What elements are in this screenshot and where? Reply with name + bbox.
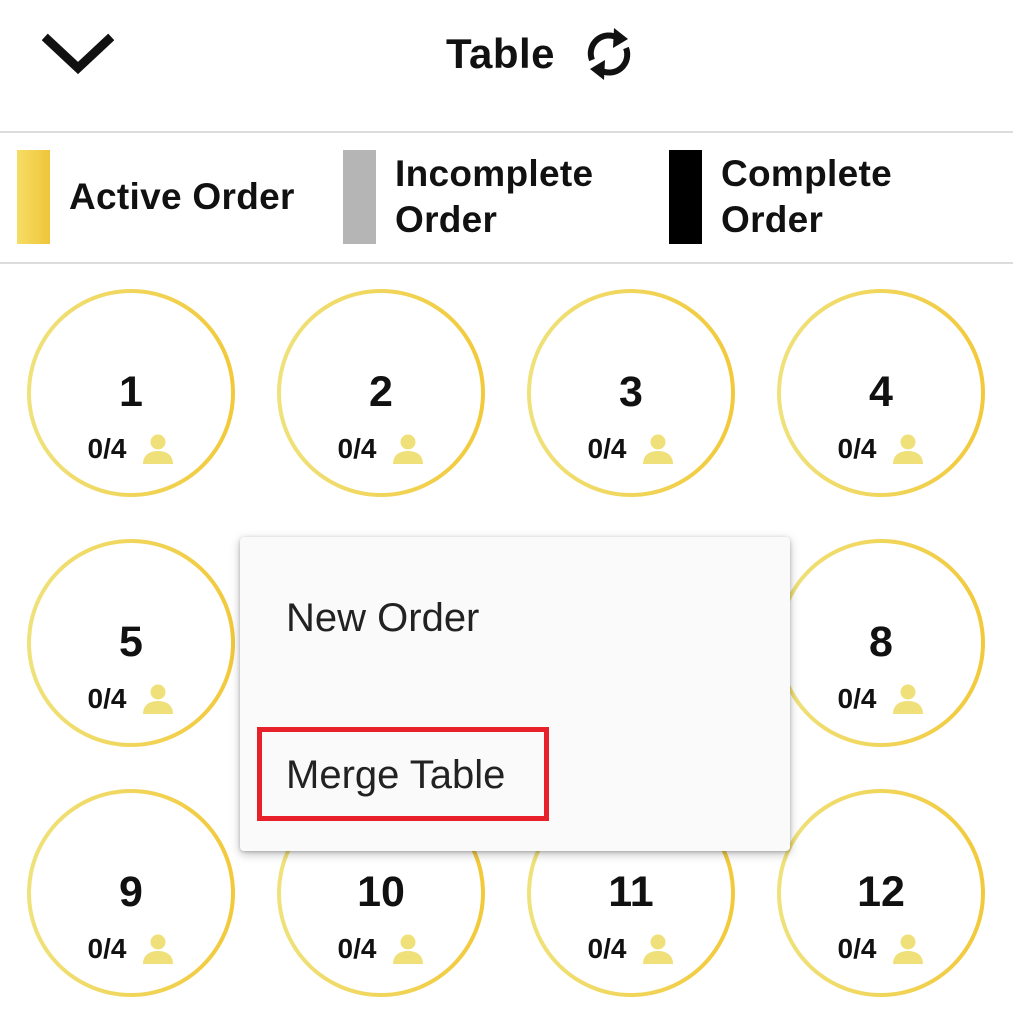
table-12[interactable]: 12 0/4 [777, 789, 985, 997]
person-icon [893, 434, 924, 464]
person-icon [393, 934, 424, 964]
legend-complete-order: Complete Order [669, 150, 892, 244]
refresh-icon [587, 28, 631, 80]
table-4[interactable]: 4 0/4 [777, 289, 985, 497]
table-number: 5 [119, 618, 143, 666]
table-context-menu: New Order Merge Table [240, 537, 790, 851]
person-icon [643, 934, 674, 964]
table-seats: 0/4 [281, 933, 481, 965]
table-number: 10 [357, 868, 405, 916]
legend-label: Complete Order [721, 153, 892, 240]
seat-count: 0/4 [837, 683, 877, 714]
legend-incomplete-order: Incomplete Order [343, 150, 593, 244]
seat-count: 0/4 [587, 933, 627, 964]
legend-label: Active Order [69, 176, 295, 217]
person-icon [143, 434, 174, 464]
table-3[interactable]: 3 0/4 [527, 289, 735, 497]
table-9[interactable]: 9 0/4 [27, 789, 235, 997]
table-number: 12 [857, 868, 905, 916]
table-number: 8 [869, 618, 893, 666]
legend-swatch-incomplete [343, 150, 376, 244]
table-seats: 0/4 [531, 933, 731, 965]
person-icon [143, 934, 174, 964]
table-number: 1 [119, 368, 143, 416]
table-number: 11 [608, 868, 654, 916]
legend-swatch-complete [669, 150, 702, 244]
person-icon [643, 434, 674, 464]
table-seats: 0/4 [781, 433, 981, 465]
header-divider [0, 131, 1013, 133]
legend-active-order: Active Order [17, 150, 295, 244]
legend-divider [0, 262, 1013, 264]
seat-count: 0/4 [337, 433, 377, 464]
table-number: 9 [119, 868, 143, 916]
table-2[interactable]: 2 0/4 [277, 289, 485, 497]
legend-label: Incomplete Order [395, 153, 594, 240]
seat-count: 0/4 [587, 433, 627, 464]
table-5[interactable]: 5 0/4 [27, 539, 235, 747]
table-number: 2 [369, 368, 393, 416]
seat-count: 0/4 [837, 933, 877, 964]
table-8[interactable]: 8 0/4 [777, 539, 985, 747]
page-title: Table [445, 30, 556, 77]
table-seats: 0/4 [281, 433, 481, 465]
app-header: Table [0, 0, 1013, 131]
seat-count: 0/4 [837, 433, 877, 464]
seat-count: 0/4 [87, 933, 127, 964]
person-icon [893, 684, 924, 714]
menu-item-merge-table[interactable]: Merge Table [286, 751, 505, 799]
seat-count: 0/4 [87, 433, 127, 464]
table-seats: 0/4 [531, 433, 731, 465]
menu-item-new-order[interactable]: New Order [286, 594, 479, 642]
seat-count: 0/4 [337, 933, 377, 964]
table-seats: 0/4 [781, 933, 981, 965]
table-number: 3 [619, 368, 643, 416]
table-seats: 0/4 [781, 683, 981, 715]
refresh-button[interactable] [581, 26, 637, 82]
seat-count: 0/4 [87, 683, 127, 714]
title-bar: Table [0, 26, 1013, 82]
table-number: 4 [869, 368, 893, 416]
person-icon [393, 434, 424, 464]
person-icon [143, 684, 174, 714]
legend-swatch-active [17, 150, 50, 244]
table-seats: 0/4 [31, 683, 231, 715]
table-seats: 0/4 [31, 433, 231, 465]
table-seats: 0/4 [31, 933, 231, 965]
table-1[interactable]: 1 0/4 [27, 289, 235, 497]
person-icon [893, 934, 924, 964]
